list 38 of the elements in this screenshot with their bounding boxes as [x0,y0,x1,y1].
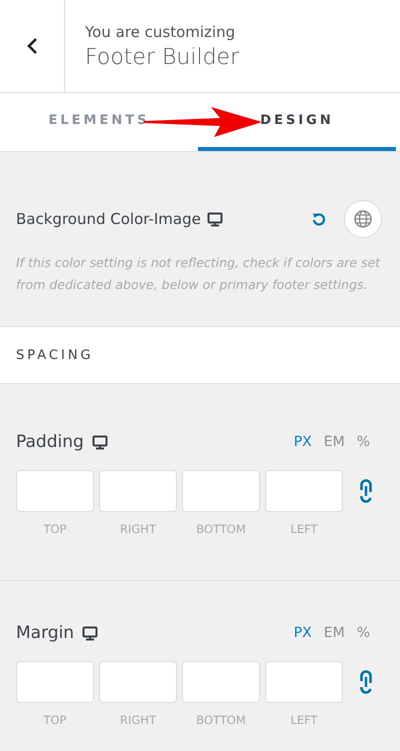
input-field[interactable] [99,661,177,703]
unit-option[interactable]: EM [322,625,347,641]
globe-icon [353,209,373,229]
unit-option[interactable]: % [354,625,372,641]
customizing-label: You are customizing [85,22,236,40]
setting-label: Padding [16,432,84,452]
unit-option[interactable]: % [354,434,372,450]
side-label: TOP [43,713,66,727]
help-text: If this color setting is not reflecting, check if colors are set from dedicated above, below or primary footer settings. [16,254,382,294]
panel-title: Footer Builder [85,44,240,70]
input-field[interactable] [99,470,177,512]
side-label: LEFT [290,522,318,536]
side-label: LEFT [290,713,318,727]
unit-option[interactable]: EM [322,434,347,450]
side-label: BOTTOM [196,713,246,727]
setting-label: Background Color-Image [16,210,201,228]
desktop-icon[interactable] [206,212,223,226]
input-field[interactable] [16,661,94,703]
reset-icon[interactable] [312,212,326,226]
side-label: BOTTOM [196,522,246,536]
globe-color-button[interactable] [344,200,382,238]
side-label: RIGHT [120,713,156,727]
input-field[interactable] [182,470,260,512]
input-field[interactable] [182,661,260,703]
input-field[interactable] [265,661,343,703]
back-icon[interactable] [26,37,38,55]
link-icon[interactable] [360,479,372,503]
desktop-icon[interactable] [92,434,108,450]
unit-option[interactable]: PX [292,625,314,641]
input-field[interactable] [265,470,343,512]
input-field[interactable] [16,470,94,512]
unit-option[interactable]: PX [292,434,314,450]
desktop-icon[interactable] [82,626,98,640]
setting-label: Margin [16,623,74,643]
link-icon[interactable] [360,670,372,694]
side-label: TOP [43,522,66,536]
section-title: SPACING [16,348,94,362]
side-label: RIGHT [120,522,156,536]
